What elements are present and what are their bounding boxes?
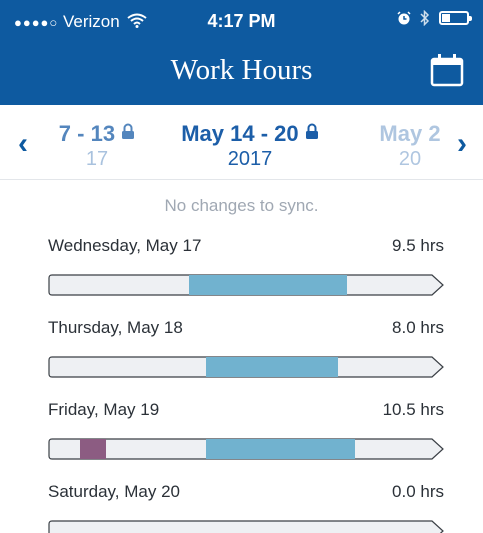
previous-week-chevron-icon[interactable]: ‹ [18, 127, 28, 161]
hours-timeline-bar[interactable] [48, 274, 444, 296]
day-row[interactable]: Wednesday, May 17 9.5 hrs [48, 236, 444, 296]
work-segment[interactable] [205, 439, 355, 459]
day-header: Thursday, May 18 8.0 hrs [48, 318, 444, 340]
day-hours: 9.5 hrs [392, 236, 444, 255]
work-segment[interactable] [188, 275, 347, 295]
previous-week-range: 7 - 13 [58, 121, 116, 146]
day-row[interactable]: Friday, May 19 10.5 hrs [48, 400, 444, 460]
timeline-arrow-shape [48, 520, 444, 533]
next-week-range: May 2 [379, 121, 441, 146]
day-row[interactable]: Thursday, May 18 8.0 hrs [48, 318, 444, 378]
sync-status: No changes to sync. [164, 196, 319, 215]
day-label: Friday, May 19 [48, 400, 160, 419]
hours-timeline-bar[interactable] [48, 356, 444, 378]
lock-icon [305, 123, 318, 139]
day-hours: 10.5 hrs [382, 400, 444, 419]
battery-icon [439, 11, 472, 25]
day-header: Saturday, May 20 0.0 hrs [48, 482, 444, 504]
previous-week-year: 17 [85, 148, 109, 170]
day-label: Thursday, May 18 [48, 318, 183, 337]
current-week-year: 2017 [227, 148, 273, 170]
bluetooth-icon [420, 10, 430, 26]
day-header: Friday, May 19 10.5 hrs [48, 400, 444, 422]
lock-icon [122, 123, 135, 139]
next-week-chevron-icon[interactable]: › [457, 127, 467, 161]
other-segment[interactable] [80, 439, 107, 459]
next-week[interactable]: May 2 20 [360, 121, 460, 171]
previous-week[interactable]: 7 - 13 17 [32, 121, 162, 171]
calendar-icon[interactable] [429, 52, 465, 88]
week-selector: ‹ 7 - 13 17 May 14 - 20 2017 May 2 20 › [0, 105, 483, 180]
day-row[interactable]: Saturday, May 20 0.0 hrs [48, 482, 444, 533]
day-header: Wednesday, May 17 9.5 hrs [48, 236, 444, 258]
current-week: May 14 - 20 2017 [150, 121, 350, 171]
hours-timeline-bar[interactable] [48, 520, 444, 533]
work-segment[interactable] [205, 357, 339, 377]
app-header: ●●●●○ Verizon 4:17 PM Work Hours [0, 0, 483, 105]
current-week-range: May 14 - 20 [181, 121, 299, 146]
day-label: Saturday, May 20 [48, 482, 180, 501]
next-week-year: 20 [398, 148, 422, 170]
status-bar: ●●●●○ Verizon 4:17 PM [0, 0, 483, 40]
day-label: Wednesday, May 17 [48, 236, 202, 255]
hours-timeline-bar[interactable] [48, 438, 444, 460]
alarm-icon [397, 11, 411, 25]
day-hours: 0.0 hrs [392, 482, 444, 501]
page-title: Work Hours [170, 54, 313, 86]
day-hours: 8.0 hrs [392, 318, 444, 337]
